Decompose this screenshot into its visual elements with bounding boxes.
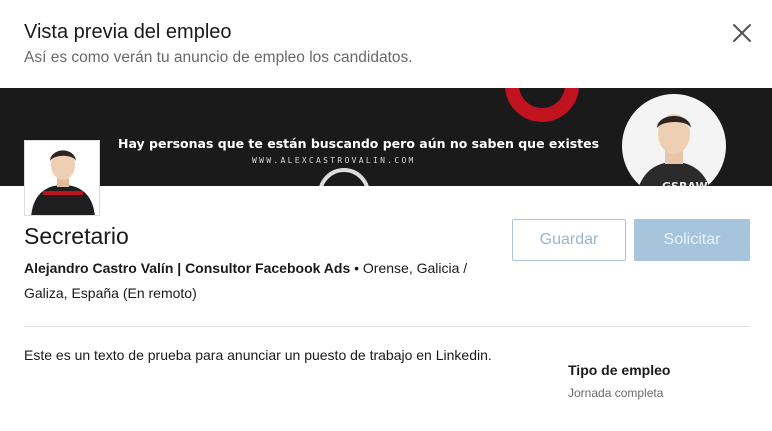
banner-url: WWW.ALEXCASTROVALIN.COM [252, 156, 416, 165]
banner-headline: Hay personas que te están buscando pero … [118, 136, 600, 151]
apply-button[interactable]: Solicitar [634, 219, 750, 261]
modal-title: Vista previa del empleo [24, 21, 232, 43]
employment-type-value: Jornada completa [568, 386, 664, 400]
section-divider [24, 326, 750, 327]
company-logo [24, 140, 100, 216]
company-banner: Hay personas que te están buscando pero … [0, 88, 772, 186]
company-name[interactable]: Alejandro Castro Valín | Consultor Faceb… [24, 260, 350, 276]
modal-subtitle: Así es como verán tu anuncio de empleo l… [24, 49, 413, 66]
job-company-location: Alejandro Castro Valín | Consultor Faceb… [24, 256, 504, 306]
svg-text:GSRAW: GSRAW [662, 180, 708, 186]
job-description: Este es un texto de prueba para anunciar… [24, 347, 492, 363]
banner-decoration-ring [505, 88, 579, 122]
banner-decoration-circle [318, 168, 370, 186]
close-icon[interactable] [729, 20, 755, 46]
employment-type-label: Tipo de empleo [568, 362, 671, 378]
save-button[interactable]: Guardar [512, 219, 626, 261]
separator-dot: • [350, 260, 363, 276]
modal-header: Vista previa del empleo Así es como verá… [24, 18, 724, 69]
job-title: Secretario [24, 223, 129, 249]
banner-portrait-image: GSRAW [622, 94, 726, 186]
